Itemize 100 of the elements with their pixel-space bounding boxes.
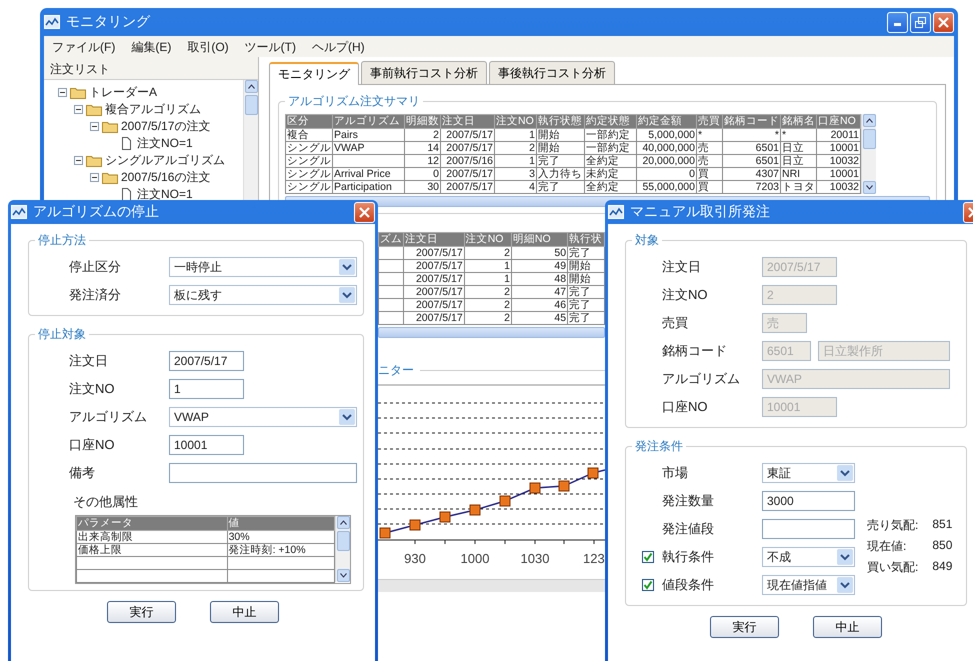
section-title: アルゴリズム注文サマリ: [287, 93, 421, 110]
column-header: 執行状態: [536, 114, 584, 128]
collapse-icon[interactable]: [74, 105, 83, 114]
tree-item[interactable]: 2007/5/16の注文: [121, 169, 210, 186]
table-cell: 47: [511, 286, 568, 298]
dropdown[interactable]: 東証: [762, 463, 855, 483]
tree-item[interactable]: 注文NO=1: [137, 135, 193, 152]
field-label: 口座NO: [69, 436, 114, 454]
dropdown[interactable]: 板に残す: [169, 285, 357, 305]
close-button[interactable]: [933, 12, 954, 32]
data-point: [588, 468, 598, 478]
menu-item[interactable]: ファイル(F): [52, 39, 116, 54]
table-cell: 日立: [780, 142, 816, 154]
menu-item[interactable]: ツール(T): [244, 39, 296, 54]
text-field[interactable]: 1: [169, 379, 244, 399]
collapse-icon[interactable]: [90, 173, 99, 182]
column-header: 区分: [286, 114, 332, 128]
scrollbar-thumb[interactable]: [862, 129, 876, 149]
table-cell: 完了: [568, 312, 604, 324]
tree-item[interactable]: 注文NO=1: [137, 186, 193, 203]
dropdown[interactable]: VWAP: [169, 407, 357, 427]
checkbox[interactable]: [642, 551, 654, 563]
tree-item[interactable]: 複合アルゴリズム: [105, 101, 201, 118]
section-title: 停止対象: [37, 326, 87, 343]
tab[interactable]: 事後執行コスト分析: [489, 61, 615, 84]
table-cell: 46: [511, 298, 568, 312]
dialog-button[interactable]: 実行: [710, 616, 779, 638]
app-icon: [608, 205, 624, 219]
field-label: アルゴリズム: [69, 408, 147, 426]
text-field[interactable]: 10001: [169, 435, 244, 455]
column-header: 明細NO: [511, 232, 568, 246]
scrollbar[interactable]: [335, 516, 350, 582]
field-label: 備考: [69, 464, 95, 482]
data-point: [380, 528, 390, 538]
window-title: モニタリング: [66, 13, 152, 31]
restore-icon: [915, 16, 926, 28]
field-label: 注文日: [69, 352, 108, 370]
tree-item[interactable]: シングルアルゴリズム: [105, 152, 225, 169]
close-icon: [938, 16, 949, 28]
scrollbar[interactable]: [378, 327, 605, 338]
scroll-up-icon: [248, 84, 254, 89]
checkbox[interactable]: [642, 579, 654, 591]
field-label: 停止区分: [69, 258, 121, 276]
dropdown[interactable]: 現在値指値: [762, 575, 855, 595]
field-label: 注文NO: [69, 380, 114, 398]
table-cell: 完了: [568, 298, 604, 312]
table-cell: Pairs: [332, 128, 404, 142]
scrollbar-thumb[interactable]: [336, 531, 350, 551]
quote-value: 849: [932, 559, 952, 575]
menu-item[interactable]: ヘルプ(H): [312, 39, 365, 54]
quote-label: 売り気配:: [867, 517, 918, 534]
scroll-down-icon: [340, 573, 346, 578]
dropdown[interactable]: 一時停止: [169, 257, 357, 277]
table-cell: 45: [511, 312, 568, 324]
field-label: アルゴリズム: [662, 370, 740, 388]
table-cell: 全約定: [584, 180, 636, 194]
menu-item[interactable]: 編集(E): [131, 39, 172, 54]
table-cell: 2: [464, 246, 512, 260]
dialog-button[interactable]: 実行: [107, 601, 176, 623]
collapse-icon[interactable]: [74, 156, 83, 165]
table-cell: VWAP: [332, 142, 404, 154]
menu-item[interactable]: 取引(O): [187, 39, 229, 54]
dialog-button[interactable]: 中止: [210, 601, 279, 623]
table-cell: 4: [494, 180, 536, 194]
collapse-icon[interactable]: [58, 88, 67, 97]
close-button[interactable]: [354, 202, 375, 222]
collapse-icon[interactable]: [90, 122, 99, 131]
text-field[interactable]: 3000: [762, 491, 855, 511]
table-cell: 6501: [722, 154, 780, 168]
tab[interactable]: 事前執行コスト分析: [361, 61, 487, 84]
table-cell: 開始: [536, 128, 584, 142]
table-cell: 価格上限: [76, 544, 228, 556]
table-cell: 完了: [568, 246, 604, 260]
dialog-button[interactable]: 中止: [813, 616, 882, 638]
field-label: その他属性: [73, 493, 139, 511]
table-cell: トヨタ: [780, 180, 816, 194]
table-cell: シングル: [286, 168, 332, 180]
table-cell: 2007/5/17: [440, 128, 494, 142]
scrollbar-thumb[interactable]: [244, 95, 258, 115]
field-label: 執行条件: [662, 548, 714, 566]
text-field[interactable]: 2007/5/17: [169, 351, 244, 371]
text-field[interactable]: [169, 463, 357, 483]
table-cell: 2007/5/17: [440, 142, 494, 154]
table-cell: 3: [494, 168, 536, 180]
table-cell: 2007/5/17: [440, 180, 494, 194]
table-cell: シングル: [286, 142, 332, 154]
scroll-up-icon: [866, 118, 872, 123]
restore-button[interactable]: [910, 12, 931, 32]
table-cell: 日立: [780, 154, 816, 168]
scrollbar[interactable]: [861, 114, 876, 194]
table-cell: 10001: [816, 142, 860, 154]
dropdown[interactable]: 不成: [762, 547, 855, 567]
minimize-button[interactable]: [887, 12, 908, 32]
tree-item[interactable]: 2007/5/17の注文: [121, 118, 210, 135]
tree-item[interactable]: トレーダーA: [89, 84, 158, 101]
tab[interactable]: モニタリング: [269, 62, 359, 85]
text-field[interactable]: [762, 519, 855, 539]
table-cell: 2007/5/17: [440, 168, 494, 180]
quote-label: 買い気配:: [867, 559, 918, 576]
table-cell: 30: [404, 180, 440, 194]
